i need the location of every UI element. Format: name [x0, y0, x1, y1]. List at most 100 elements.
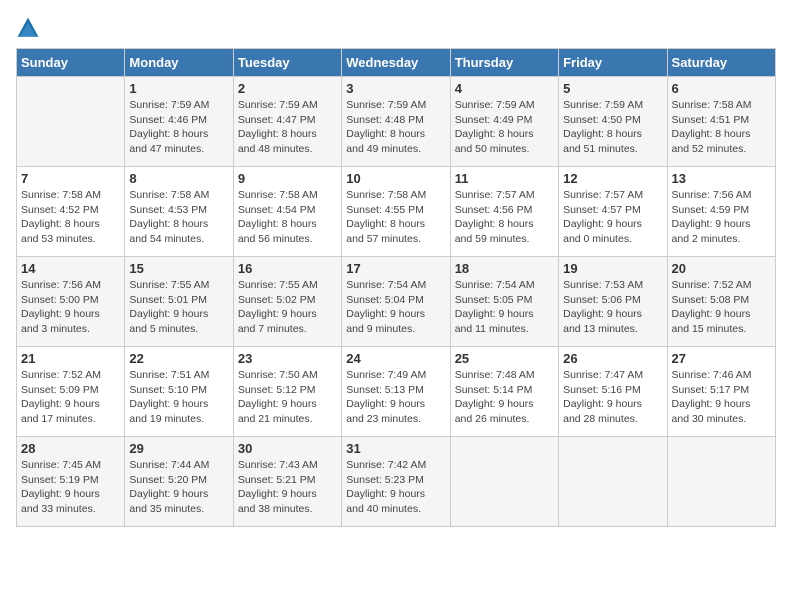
day-info: Sunrise: 7:59 AMSunset: 4:47 PMDaylight:…	[238, 98, 337, 157]
day-number: 3	[346, 81, 445, 96]
weekday-header-row: SundayMondayTuesdayWednesdayThursdayFrid…	[17, 49, 776, 77]
day-info: Sunrise: 7:55 AMSunset: 5:01 PMDaylight:…	[129, 278, 228, 337]
calendar-week-row: 21 Sunrise: 7:52 AMSunset: 5:09 PMDayligh…	[17, 347, 776, 437]
calendar-cell: 28Sunrise: 7:45 AMSunset: 5:19 PMDayligh…	[17, 437, 125, 527]
calendar-cell: 27 Sunrise: 7:46 AMSunset: 5:17 PMDayligh…	[667, 347, 775, 437]
calendar-cell: 6 Sunrise: 7:58 AMSunset: 4:51 PMDaylight…	[667, 77, 775, 167]
day-number: 16	[238, 261, 337, 276]
day-number: 27	[672, 351, 771, 366]
weekday-header: Sunday	[17, 49, 125, 77]
day-info: Sunrise: 7:51 AMSunset: 5:10 PMDaylight:…	[129, 368, 228, 427]
day-info: Sunrise: 7:59 AMSunset: 4:46 PMDaylight:…	[129, 98, 228, 157]
day-number: 5	[563, 81, 662, 96]
day-info: Sunrise: 7:53 AMSunset: 5:06 PMDaylight:…	[563, 278, 662, 337]
calendar-week-row: 14 Sunrise: 7:56 AMSunset: 5:00 PMDayligh…	[17, 257, 776, 347]
weekday-header: Thursday	[450, 49, 558, 77]
day-number: 6	[672, 81, 771, 96]
day-number: 2	[238, 81, 337, 96]
day-number: 1	[129, 81, 228, 96]
day-info: Sunrise: 7:46 AMSunset: 5:17 PMDaylight:…	[672, 368, 771, 427]
day-info: Sunrise: 7:50 AMSunset: 5:12 PMDaylight:…	[238, 368, 337, 427]
calendar-cell	[559, 437, 667, 527]
calendar-cell: 16Sunrise: 7:55 AMSunset: 5:02 PMDayligh…	[233, 257, 341, 347]
day-info: Sunrise: 7:58 AMSunset: 4:52 PMDaylight:…	[21, 188, 120, 247]
day-info: Sunrise: 7:59 AMSunset: 4:50 PMDaylight:…	[563, 98, 662, 157]
calendar-cell: 14 Sunrise: 7:56 AMSunset: 5:00 PMDayligh…	[17, 257, 125, 347]
day-info: Sunrise: 7:58 AMSunset: 4:53 PMDaylight:…	[129, 188, 228, 247]
calendar-cell: 31 Sunrise: 7:42 AMSunset: 5:23 PMDayligh…	[342, 437, 450, 527]
calendar-cell: 1 Sunrise: 7:59 AMSunset: 4:46 PMDaylight…	[125, 77, 233, 167]
day-number: 24	[346, 351, 445, 366]
day-info: Sunrise: 7:58 AMSunset: 4:54 PMDaylight:…	[238, 188, 337, 247]
calendar-cell: 17 Sunrise: 7:54 AMSunset: 5:04 PMDayligh…	[342, 257, 450, 347]
day-number: 23	[238, 351, 337, 366]
day-number: 13	[672, 171, 771, 186]
calendar-cell: 10Sunrise: 7:58 AMSunset: 4:55 PMDayligh…	[342, 167, 450, 257]
day-number: 19	[563, 261, 662, 276]
calendar-cell	[667, 437, 775, 527]
day-number: 21	[21, 351, 120, 366]
calendar-cell: 13Sunrise: 7:56 AMSunset: 4:59 PMDayligh…	[667, 167, 775, 257]
calendar-cell: 29Sunrise: 7:44 AMSunset: 5:20 PMDayligh…	[125, 437, 233, 527]
calendar-cell: 26 Sunrise: 7:47 AMSunset: 5:16 PMDayligh…	[559, 347, 667, 437]
calendar-cell: 9 Sunrise: 7:58 AMSunset: 4:54 PMDaylight…	[233, 167, 341, 257]
day-info: Sunrise: 7:47 AMSunset: 5:16 PMDaylight:…	[563, 368, 662, 427]
day-info: Sunrise: 7:52 AMSunset: 5:09 PMDaylight:…	[21, 368, 120, 427]
calendar-cell: 7Sunrise: 7:58 AMSunset: 4:52 PMDaylight…	[17, 167, 125, 257]
calendar-cell: 20 Sunrise: 7:52 AMSunset: 5:08 PMDayligh…	[667, 257, 775, 347]
calendar-cell: 24 Sunrise: 7:49 AMSunset: 5:13 PMDayligh…	[342, 347, 450, 437]
day-info: Sunrise: 7:57 AMSunset: 4:57 PMDaylight:…	[563, 188, 662, 247]
day-number: 20	[672, 261, 771, 276]
day-number: 15	[129, 261, 228, 276]
calendar-week-row: 28Sunrise: 7:45 AMSunset: 5:19 PMDayligh…	[17, 437, 776, 527]
weekday-header: Monday	[125, 49, 233, 77]
day-info: Sunrise: 7:54 AMSunset: 5:04 PMDaylight:…	[346, 278, 445, 337]
weekday-header: Saturday	[667, 49, 775, 77]
calendar-cell	[450, 437, 558, 527]
calendar-cell: 23 Sunrise: 7:50 AMSunset: 5:12 PMDayligh…	[233, 347, 341, 437]
day-number: 10	[346, 171, 445, 186]
calendar-cell: 30Sunrise: 7:43 AMSunset: 5:21 PMDayligh…	[233, 437, 341, 527]
day-info: Sunrise: 7:45 AMSunset: 5:19 PMDaylight:…	[21, 458, 120, 517]
day-number: 8	[129, 171, 228, 186]
calendar-cell: 15 Sunrise: 7:55 AMSunset: 5:01 PMDayligh…	[125, 257, 233, 347]
day-info: Sunrise: 7:58 AMSunset: 4:51 PMDaylight:…	[672, 98, 771, 157]
day-info: Sunrise: 7:42 AMSunset: 5:23 PMDaylight:…	[346, 458, 445, 517]
day-number: 31	[346, 441, 445, 456]
calendar-cell: 21 Sunrise: 7:52 AMSunset: 5:09 PMDayligh…	[17, 347, 125, 437]
day-number: 30	[238, 441, 337, 456]
calendar-cell: 25 Sunrise: 7:48 AMSunset: 5:14 PMDayligh…	[450, 347, 558, 437]
day-number: 17	[346, 261, 445, 276]
calendar-week-row: 1 Sunrise: 7:59 AMSunset: 4:46 PMDaylight…	[17, 77, 776, 167]
calendar-cell: 8 Sunrise: 7:58 AMSunset: 4:53 PMDaylight…	[125, 167, 233, 257]
day-number: 18	[455, 261, 554, 276]
day-number: 9	[238, 171, 337, 186]
calendar-cell: 12 Sunrise: 7:57 AMSunset: 4:57 PMDayligh…	[559, 167, 667, 257]
day-info: Sunrise: 7:57 AMSunset: 4:56 PMDaylight:…	[455, 188, 554, 247]
weekday-header: Wednesday	[342, 49, 450, 77]
weekday-header: Tuesday	[233, 49, 341, 77]
day-info: Sunrise: 7:56 AMSunset: 5:00 PMDaylight:…	[21, 278, 120, 337]
day-number: 25	[455, 351, 554, 366]
calendar-cell: 4Sunrise: 7:59 AMSunset: 4:49 PMDaylight…	[450, 77, 558, 167]
day-number: 11	[455, 171, 554, 186]
logo	[16, 16, 44, 40]
day-info: Sunrise: 7:59 AMSunset: 4:48 PMDaylight:…	[346, 98, 445, 157]
calendar-cell: 3 Sunrise: 7:59 AMSunset: 4:48 PMDaylight…	[342, 77, 450, 167]
day-info: Sunrise: 7:52 AMSunset: 5:08 PMDaylight:…	[672, 278, 771, 337]
day-info: Sunrise: 7:49 AMSunset: 5:13 PMDaylight:…	[346, 368, 445, 427]
day-info: Sunrise: 7:59 AMSunset: 4:49 PMDaylight:…	[455, 98, 554, 157]
day-info: Sunrise: 7:44 AMSunset: 5:20 PMDaylight:…	[129, 458, 228, 517]
calendar-cell	[17, 77, 125, 167]
calendar-table: SundayMondayTuesdayWednesdayThursdayFrid…	[16, 48, 776, 527]
weekday-header: Friday	[559, 49, 667, 77]
day-info: Sunrise: 7:48 AMSunset: 5:14 PMDaylight:…	[455, 368, 554, 427]
day-number: 12	[563, 171, 662, 186]
logo-icon	[16, 16, 40, 40]
page-header	[16, 16, 776, 40]
calendar-week-row: 7Sunrise: 7:58 AMSunset: 4:52 PMDaylight…	[17, 167, 776, 257]
day-number: 26	[563, 351, 662, 366]
calendar-cell: 19 Sunrise: 7:53 AMSunset: 5:06 PMDayligh…	[559, 257, 667, 347]
day-number: 14	[21, 261, 120, 276]
calendar-cell: 18Sunrise: 7:54 AMSunset: 5:05 PMDayligh…	[450, 257, 558, 347]
